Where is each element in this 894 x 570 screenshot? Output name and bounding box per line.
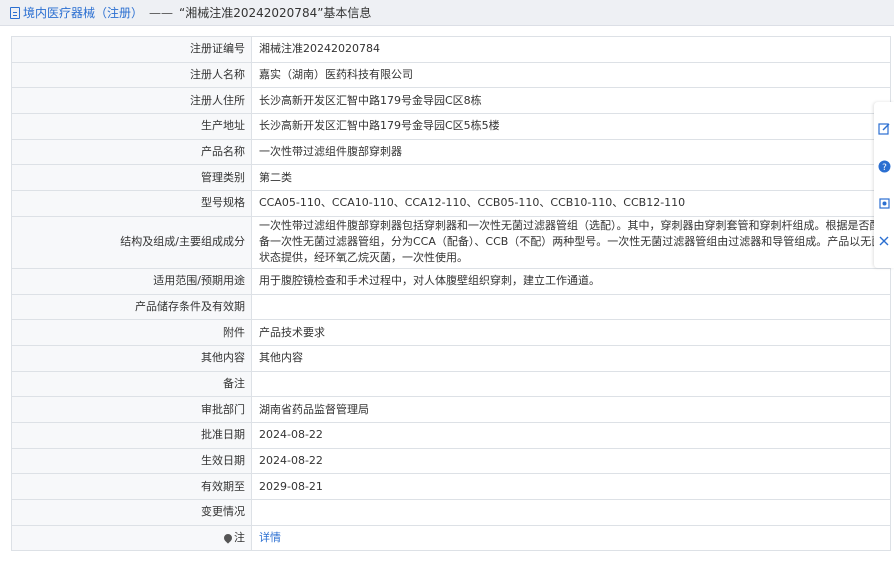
table-row: 批准日期 2024-08-22: [11, 421, 891, 449]
row-value: 长沙高新开发区汇智中路179号金导园C区8栋: [251, 87, 891, 115]
row-label: 型号规格: [11, 190, 252, 217]
table-row: 变更情况: [11, 499, 891, 526]
breadcrumb-separator: ——: [149, 5, 174, 20]
row-value: [251, 370, 891, 398]
row-value: CCA05-110、CCA10-110、CCA12-110、CCB05-110、…: [251, 190, 891, 217]
document-icon: [10, 6, 20, 19]
table-row: 生效日期 2024-08-22: [11, 447, 891, 475]
table-row: 产品储存条件及有效期: [11, 293, 891, 321]
row-label: 结构及组成/主要组成成分: [11, 215, 252, 269]
table-row: 注册证编号 湘械注准20242020784: [11, 36, 891, 63]
row-label: 注册人住所: [11, 87, 252, 115]
row-label: 附件: [11, 319, 252, 346]
table-row: 型号规格 CCA05-110、CCA10-110、CCA12-110、CCB05-…: [11, 190, 891, 217]
table-row: 生产地址 长沙高新开发区汇智中路179号金导园C区5栋5楼: [11, 113, 891, 140]
pin-icon: [222, 532, 234, 544]
row-label: 批准日期: [11, 421, 252, 449]
edit-icon[interactable]: [877, 122, 891, 136]
table-row: 产品名称 一次性带过滤组件腹部穿刺器: [11, 138, 891, 166]
row-value: 2024-08-22: [251, 421, 891, 449]
row-value: 2029-08-21: [251, 473, 891, 500]
row-label: 管理类别: [11, 164, 252, 192]
row-value: 用于腹腔镜检查和手术过程中，对人体腹壁组织穿刺，建立工作通道。: [251, 267, 891, 295]
svg-text:?: ?: [882, 163, 887, 173]
share-icon[interactable]: [877, 197, 891, 211]
note-label: 注: [234, 531, 245, 545]
page-title: “湘械注准20242020784”基本信息: [179, 6, 372, 20]
details-link[interactable]: 详情: [259, 531, 281, 544]
info-table: 注册证编号 湘械注准20242020784 注册人名称 嘉实（湖南）医药科技有限公司…: [11, 36, 891, 552]
table-row: 注册人住所 长沙高新开发区汇智中路179号金导园C区8栋: [11, 87, 891, 115]
row-label: 备注: [11, 370, 252, 398]
row-value: 第二类: [251, 164, 891, 192]
row-value: 长沙高新开发区汇智中路179号金导园C区5栋5楼: [251, 113, 891, 140]
table-row: 管理类别 第二类: [11, 164, 891, 192]
table-row: 其他内容 其他内容: [11, 344, 891, 372]
row-value: 湘械注准20242020784: [251, 36, 891, 63]
table-row: 注 详情: [11, 524, 891, 552]
table-row: 适用范围/预期用途 用于腹腔镜检查和手术过程中，对人体腹壁组织穿刺，建立工作通道。: [11, 267, 891, 295]
table-row: 有效期至 2029-08-21: [11, 473, 891, 500]
row-value: 详情: [251, 524, 891, 552]
row-label: 注册人名称: [11, 61, 252, 89]
row-value: 湖南省药品监督管理局: [251, 396, 891, 423]
row-value: [251, 499, 891, 526]
row-value: 嘉实（湖南）医药科技有限公司: [251, 61, 891, 89]
row-label: 审批部门: [11, 396, 252, 423]
row-label: 产品储存条件及有效期: [11, 293, 252, 321]
row-label: 生产地址: [11, 113, 252, 140]
row-value: 一次性带过滤组件腹部穿刺器包括穿刺器和一次性无菌过滤器管组（选配）。其中，穿刺器…: [251, 215, 891, 269]
table-row: 注册人名称 嘉实（湖南）医药科技有限公司: [11, 61, 891, 89]
row-value: [251, 293, 891, 321]
table-row: 附件 产品技术要求: [11, 319, 891, 346]
side-toolbar: ?: [874, 102, 894, 268]
row-label: 其他内容: [11, 344, 252, 372]
table-row: 审批部门 湖南省药品监督管理局: [11, 396, 891, 423]
row-label: 注册证编号: [11, 36, 252, 63]
row-value: 产品技术要求: [251, 319, 891, 346]
row-value: 其他内容: [251, 344, 891, 372]
row-value: 一次性带过滤组件腹部穿刺器: [251, 138, 891, 166]
row-label: 产品名称: [11, 138, 252, 166]
breadcrumb-bar: 境内医疗器械（注册） —— “湘械注准20242020784”基本信息: [0, 0, 894, 26]
help-icon[interactable]: ?: [877, 159, 891, 173]
row-value: 2024-08-22: [251, 447, 891, 475]
row-label-note: 注: [11, 524, 252, 552]
close-icon[interactable]: [877, 234, 891, 248]
row-label: 变更情况: [11, 499, 252, 526]
row-label: 适用范围/预期用途: [11, 267, 252, 295]
table-row: 结构及组成/主要组成成分 一次性带过滤组件腹部穿刺器包括穿刺器和一次性无菌过滤器管…: [11, 215, 891, 269]
table-row: 备注: [11, 370, 891, 398]
row-label: 有效期至: [11, 473, 252, 500]
breadcrumb-link[interactable]: 境内医疗器械（注册）: [23, 4, 143, 21]
row-label: 生效日期: [11, 447, 252, 475]
